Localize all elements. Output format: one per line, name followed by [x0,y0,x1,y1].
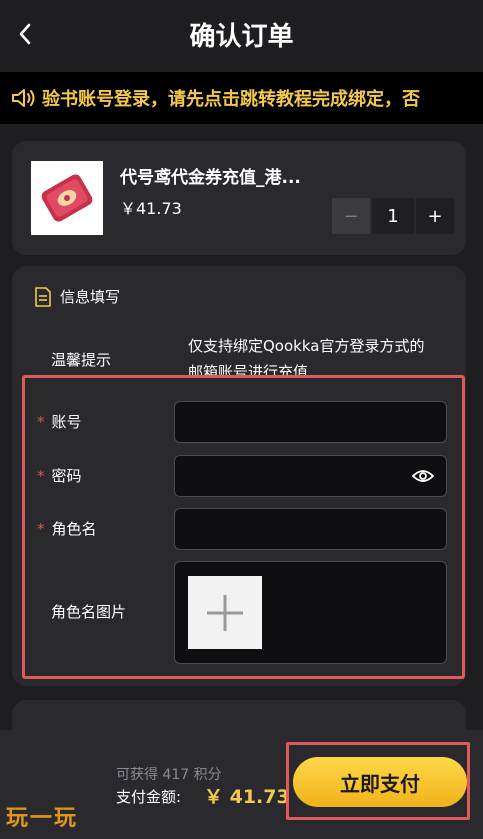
points-text: 可获得 417 积分 [116,767,222,783]
document-icon [35,286,51,307]
quantity-stepper: − 1 + [332,198,454,234]
product-card: 代号鸢代金券充值_港... ￥41.73 − 1 + [12,141,466,255]
notice-bar[interactable]: 验书账号登录，请先点击跳转教程完成绑定，否 [0,72,483,124]
section-title: 信息填写 [60,288,121,306]
tip-text: 仅支持绑定Qookka官方登录方式的邮箱账号进行充值 [188,337,425,375]
speaker-icon [12,89,35,107]
header-bar: 确认订单 [0,0,483,70]
notice-text: 验书账号登录，请先点击跳转教程完成绑定，否 [42,89,420,110]
pay-amount: ￥ 41.73 [204,786,290,808]
increment-button[interactable]: + [416,198,454,234]
decrement-button[interactable]: − [332,198,370,234]
quantity-value[interactable]: 1 [372,198,414,234]
page-title: 确认订单 [189,22,294,52]
annotation-highlight-pay [286,742,470,820]
watermark-logo: 玩一玩 [6,806,79,831]
section-header: 信息填写 [34,286,120,307]
product-image [31,161,103,235]
product-name: 代号鸢代金券充值_港... [120,168,301,188]
tip-label: 温馨提示 [51,351,112,369]
annotation-highlight-form [22,375,465,679]
pay-label: 支付金额: [116,788,182,806]
product-price: ￥41.73 [120,199,182,218]
